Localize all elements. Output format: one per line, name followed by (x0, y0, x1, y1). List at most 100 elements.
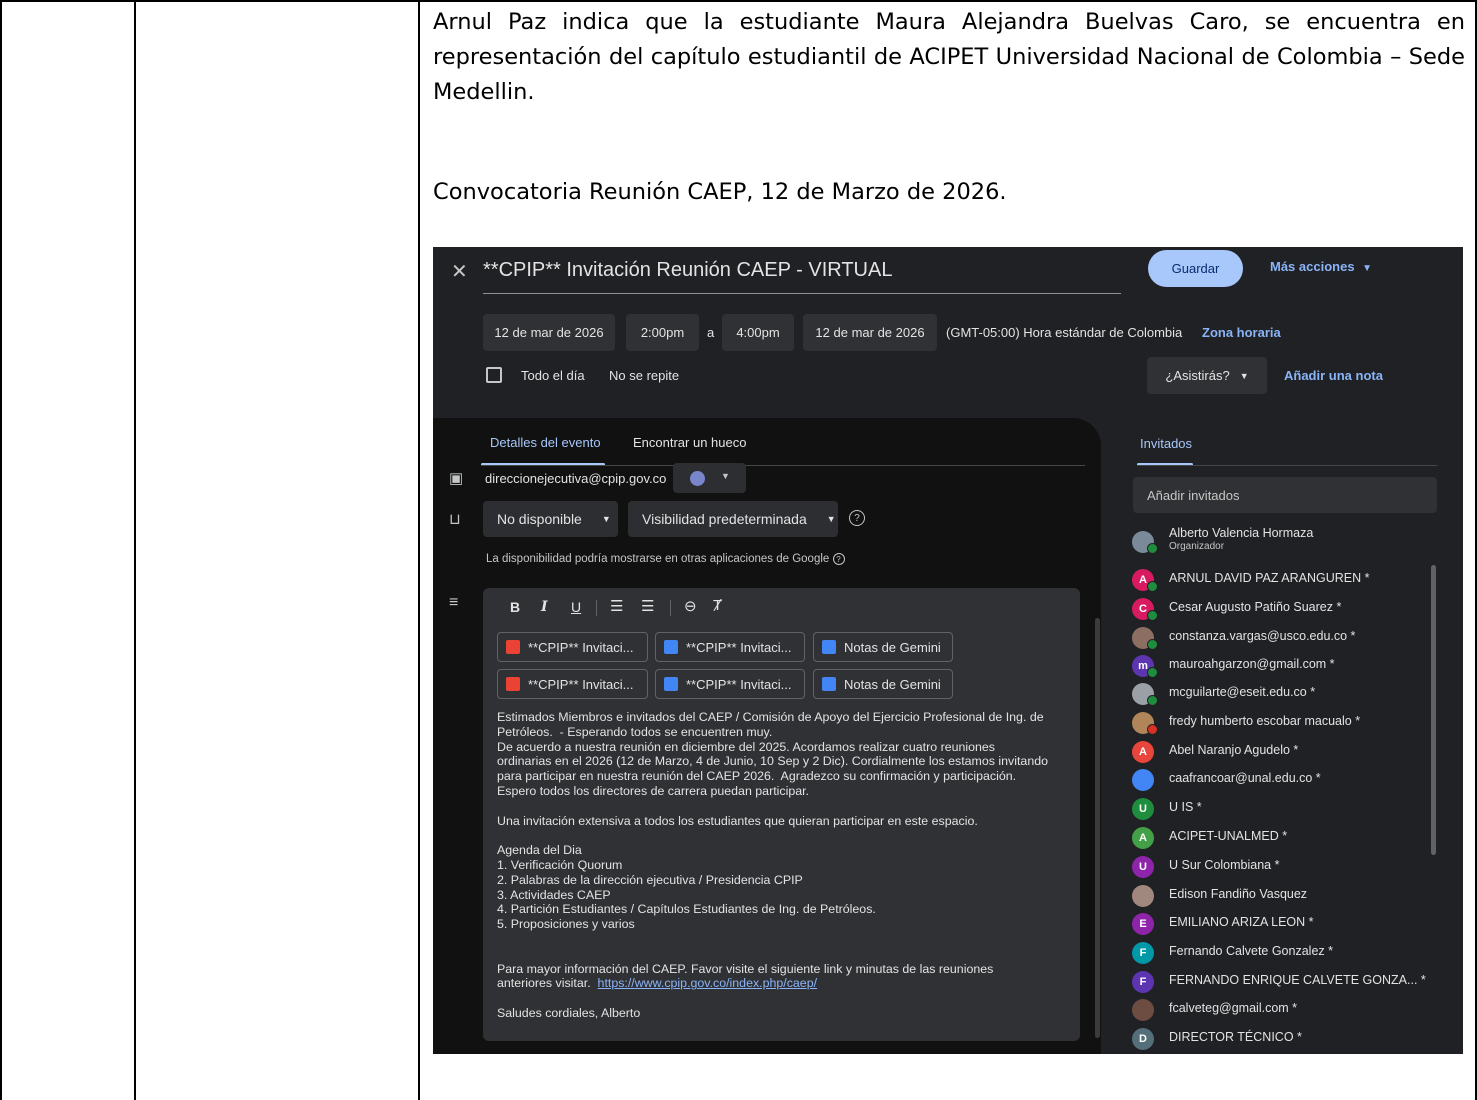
guest-row[interactable]: F FERNANDO ENRIQUE CALVETE GONZA... * (1132, 969, 1452, 995)
guest-row[interactable]: F Fernando Calvete Gonzalez * (1132, 940, 1452, 966)
italic-icon[interactable]: I (541, 599, 548, 615)
accepted-status-icon (1147, 667, 1158, 678)
guest-name: EMILIANO ARIZA LEON * (1169, 915, 1314, 929)
table-column-divider-2 (418, 0, 420, 1100)
guest-row[interactable]: C Cesar Augusto Patiño Suarez * (1132, 596, 1452, 622)
attachment-chip[interactable]: **CPIP** Invitaci... (655, 632, 805, 662)
guest-row[interactable]: U U IS * (1132, 796, 1452, 822)
guests-tabs-divider (1137, 465, 1437, 466)
guest-name: fredy humberto escobar macualo * (1169, 714, 1361, 728)
guest-name: FERNANDO ENRIQUE CALVETE GONZA... * (1169, 973, 1426, 987)
guest-row[interactable]: U U Sur Colombiana * (1132, 854, 1452, 880)
guest-row[interactable]: D DIRECTOR TÉCNICO * (1132, 1026, 1452, 1052)
guest-name: ACIPET-UNALMED * (1169, 829, 1288, 843)
docs-icon (664, 640, 678, 654)
calendar-color-swatch (690, 471, 705, 486)
availability-dropdown[interactable]: No disponible ▼ (483, 501, 618, 537)
paragraph-convocatoria: Convocatoria Reunión CAEP, 12 de Marzo d… (433, 179, 1007, 205)
docs-icon (664, 677, 678, 691)
guest-name: ARNUL DAVID PAZ ARANGUREN * (1169, 571, 1370, 585)
help-icon[interactable]: ? (832, 553, 845, 565)
to-label: a (707, 325, 715, 340)
visibility-dropdown[interactable]: Visibilidad predeterminada ▼ (628, 501, 838, 537)
guest-row[interactable]: Alberto Valencia Hormaza Organizador (1132, 526, 1452, 555)
calendar-event-screenshot: ✕ **CPIP** Invitación Reunión CAEP - VIR… (433, 247, 1463, 1054)
meet-recording-icon (506, 640, 520, 654)
guest-row[interactable]: fredy humberto escobar macualo * (1132, 710, 1452, 736)
docs-icon (822, 677, 836, 691)
guest-row[interactable]: mcguilarte@eseit.edu.co * (1132, 681, 1452, 707)
add-note-link[interactable]: Añadir una nota (1284, 368, 1383, 383)
accepted-status-icon (1147, 543, 1158, 554)
repeat-dropdown[interactable]: No se repite (609, 368, 679, 383)
tab-guests[interactable]: Invitados (1140, 436, 1192, 451)
end-time-field[interactable]: 4:00pm (722, 314, 794, 351)
avatar: E (1132, 913, 1154, 935)
guest-row[interactable]: A Abel Naranjo Agudelo * (1132, 739, 1452, 765)
details-scrollbar[interactable] (1095, 618, 1100, 1038)
paragraph-arnul-paz: Arnul Paz indica que la estudiante Maura… (433, 9, 1465, 105)
calendar-icon: ▣ (449, 470, 464, 487)
guest-row[interactable]: constanza.vargas@usco.edu.co * (1132, 625, 1452, 651)
accepted-status-icon (1147, 610, 1158, 621)
calendar-color-selector[interactable]: ▼ (673, 463, 746, 493)
attachment-chip[interactable]: Notas de Gemini (813, 632, 953, 662)
more-actions-button[interactable]: Más acciones ▼ (1270, 259, 1372, 274)
numbered-list-icon[interactable]: ☰ (610, 597, 623, 615)
add-guests-input[interactable]: Añadir invitados (1133, 477, 1437, 513)
guest-name: Edison Fandiño Vasquez (1169, 887, 1308, 901)
attachment-chip[interactable]: **CPIP** Invitaci... (497, 632, 648, 662)
availability-note: La disponibilidad podría mostrarse en ot… (486, 553, 845, 565)
tab-event-details[interactable]: Detalles del evento (490, 435, 601, 450)
bulleted-list-icon[interactable]: ☰ (641, 597, 654, 615)
guest-row[interactable]: fcalveteg@gmail.com * (1132, 997, 1452, 1023)
event-title[interactable]: **CPIP** Invitación Reunión CAEP - VIRTU… (483, 259, 892, 282)
guest-name: mcguilarte@eseit.edu.co * (1169, 685, 1316, 699)
guest-name: Alberto Valencia Hormaza (1169, 526, 1314, 540)
bold-icon[interactable]: B (510, 599, 520, 615)
guest-name: constanza.vargas@usco.edu.co * (1169, 629, 1356, 643)
dropdown-arrow-icon: ▼ (826, 514, 836, 524)
guest-name: U IS * (1169, 800, 1202, 814)
guest-name: DIRECTOR TÉCNICO * (1169, 1030, 1302, 1044)
link-icon[interactable]: ⊖ (684, 597, 697, 615)
attachment-chip[interactable]: Notas de Gemini (813, 669, 953, 699)
underline-icon[interactable]: U (571, 599, 581, 615)
guest-name: Abel Naranjo Agudelo * (1169, 743, 1299, 757)
accepted-status-icon (1147, 581, 1158, 592)
tabs-divider (481, 465, 1085, 466)
start-date-field[interactable]: 12 de mar de 2026 (483, 314, 615, 351)
guest-row[interactable]: A ARNUL DAVID PAZ ARANGUREN * (1132, 567, 1452, 593)
guest-row[interactable]: m mauroahgarzon@gmail.com * (1132, 653, 1452, 679)
toolbar-separator (670, 600, 671, 616)
attend-dropdown[interactable]: ¿Asistirás? ▼ (1147, 357, 1267, 394)
all-day-label: Todo el día (521, 368, 585, 383)
guest-name: Cesar Augusto Patiño Suarez * (1169, 600, 1342, 614)
caep-link[interactable]: https://www.cpip.gov.co/index.php/caep/ (598, 976, 818, 990)
avatar: F (1132, 971, 1154, 993)
timezone-link[interactable]: Zona horaria (1202, 325, 1281, 340)
briefcase-icon: ⊔ (449, 511, 461, 528)
start-time-field[interactable]: 2:00pm (626, 314, 699, 351)
guest-row[interactable]: Edison Fandiño Vasquez (1132, 883, 1452, 909)
attachment-chip[interactable]: **CPIP** Invitaci... (497, 669, 648, 699)
all-day-checkbox[interactable] (486, 367, 502, 383)
guest-row[interactable]: caafrancoar@unal.edu.co * (1132, 767, 1452, 793)
guest-row[interactable]: E EMILIANO ARIZA LEON * (1132, 911, 1452, 937)
attachment-chip[interactable]: **CPIP** Invitaci... (655, 669, 805, 699)
table-column-divider-1 (134, 0, 136, 1100)
guest-name: caafrancoar@unal.edu.co * (1169, 771, 1321, 785)
table-top-border (0, 0, 1477, 2)
end-date-field[interactable]: 12 de mar de 2026 (803, 314, 937, 351)
help-icon[interactable]: ? (849, 510, 865, 526)
save-button[interactable]: Guardar (1148, 250, 1243, 287)
guest-name: Fernando Calvete Gonzalez * (1169, 944, 1333, 958)
accepted-status-icon (1147, 639, 1158, 650)
meet-recording-icon (506, 677, 520, 691)
tab-find-slot[interactable]: Encontrar un hueco (633, 435, 746, 450)
guest-row[interactable]: A ACIPET-UNALMED * (1132, 825, 1452, 851)
dropdown-arrow-icon: ▼ (601, 514, 611, 524)
avatar: D (1132, 1028, 1154, 1050)
clear-formatting-icon[interactable]: Ⱦ (713, 597, 722, 614)
close-icon[interactable]: ✕ (451, 259, 468, 284)
